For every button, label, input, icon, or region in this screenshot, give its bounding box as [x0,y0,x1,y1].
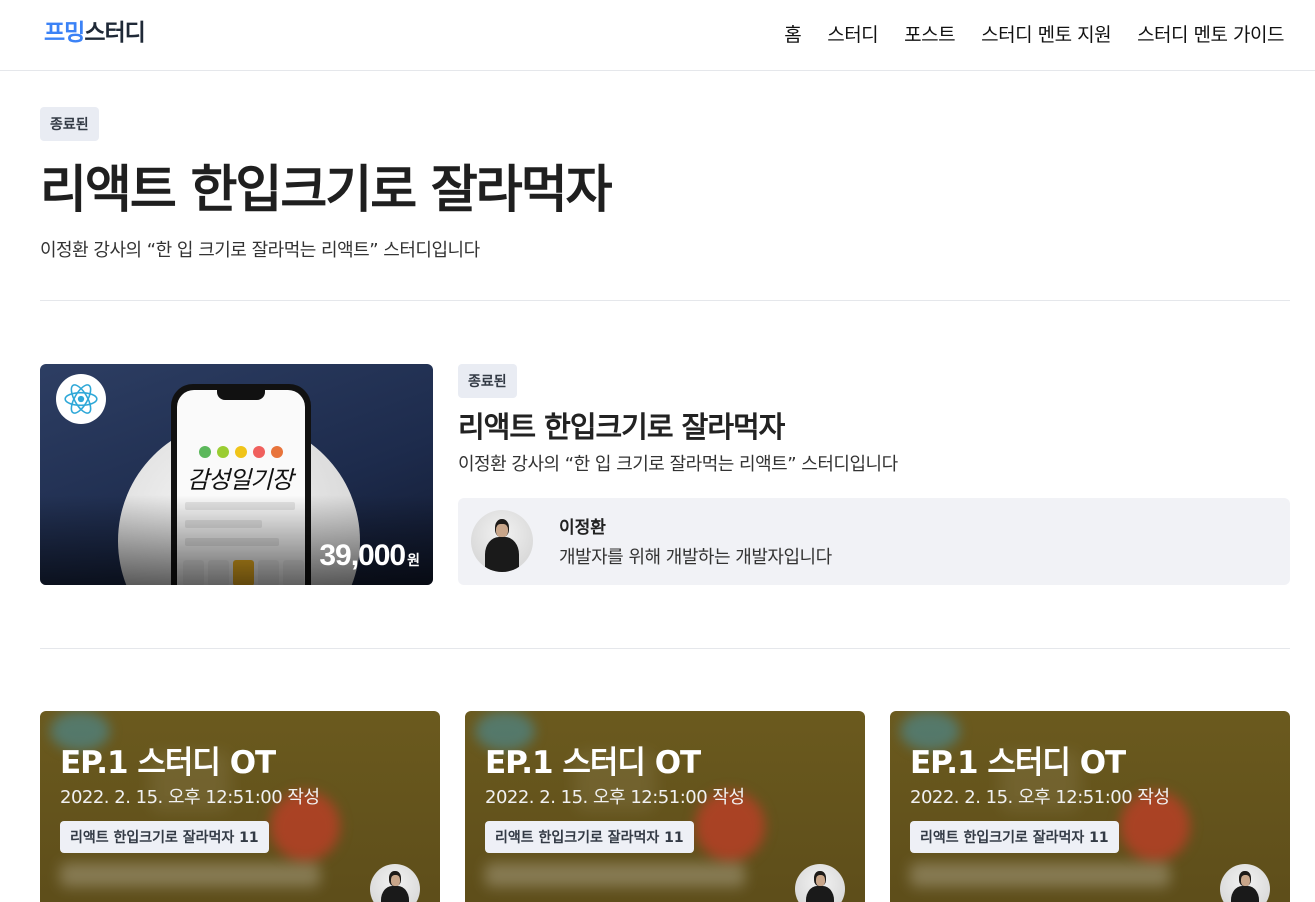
nav-mentor-apply[interactable]: 스터디 멘토 지원 [981,20,1111,47]
logo-part-2: 스터디 [84,20,145,46]
avatar [370,864,420,902]
avatar [1220,864,1270,902]
thumbnail-handwriting: 감성일기장 [187,466,293,494]
study-thumbnail[interactable]: 감성일기장 39,000 원 [40,364,433,585]
mentor-name: 이정환 [559,518,606,538]
study-title[interactable]: 리액트 한입크기로 잘라먹자 [458,404,785,446]
avatar [471,510,533,572]
post-tag[interactable]: 리액트 한입크기로 잘라먹자 11 [485,821,694,853]
post-title: EP.1 스터디 OT [485,745,701,781]
post-tag[interactable]: 리액트 한입크기로 잘라먹자 11 [910,821,1119,853]
react-logo-icon [56,374,106,424]
post-card[interactable]: EP.1 스터디 OT 2022. 2. 15. 오후 12:51:00 작성 … [890,711,1290,902]
post-date: 2022. 2. 15. 오후 12:51:00 작성 [60,787,320,808]
study-status-badge: 종료된 [458,364,517,398]
page-title: 리액트 한입크기로 잘라먹자 [40,161,613,220]
status-badge: 종료된 [40,107,99,141]
nav-home[interactable]: 홈 [784,20,801,47]
main-nav: 홈 스터디 포스트 스터디 멘토 지원 스터디 멘토 가이드 [784,20,1284,47]
mentor-card[interactable]: 이정환 개발자를 위해 개발하는 개발자입니다 [458,498,1290,585]
post-tag[interactable]: 리액트 한입크기로 잘라먹자 11 [60,821,269,853]
price-label: 39,000 원 [319,539,420,572]
post-date: 2022. 2. 15. 오후 12:51:00 작성 [910,787,1170,808]
site-header: 프밍 스터디 홈 스터디 포스트 스터디 멘토 지원 스터디 멘토 가이드 [0,0,1315,71]
nav-posts[interactable]: 포스트 [904,20,955,47]
section-divider [40,300,1290,301]
logo[interactable]: 프밍 스터디 [44,14,146,46]
post-card[interactable]: EP.1 스터디 OT 2022. 2. 15. 오후 12:51:00 작성 … [40,711,440,902]
post-card[interactable]: EP.1 스터디 OT 2022. 2. 15. 오후 12:51:00 작성 … [465,711,865,902]
nav-mentor-guide[interactable]: 스터디 멘토 가이드 [1137,20,1284,47]
post-title: EP.1 스터디 OT [910,745,1126,781]
post-date: 2022. 2. 15. 오후 12:51:00 작성 [485,787,745,808]
nav-study[interactable]: 스터디 [827,20,878,47]
post-title: EP.1 스터디 OT [60,745,276,781]
section-divider [40,648,1290,649]
mentor-bio: 개발자를 위해 개발하는 개발자입니다 [559,547,832,568]
logo-part-1: 프밍 [44,20,85,46]
page-description: 이정환 강사의 “한 입 크기로 잘라먹는 리액트” 스터디입니다 [40,240,480,261]
avatar [795,864,845,902]
study-description: 이정환 강사의 “한 입 크기로 잘라먹는 리액트” 스터디입니다 [458,454,898,475]
